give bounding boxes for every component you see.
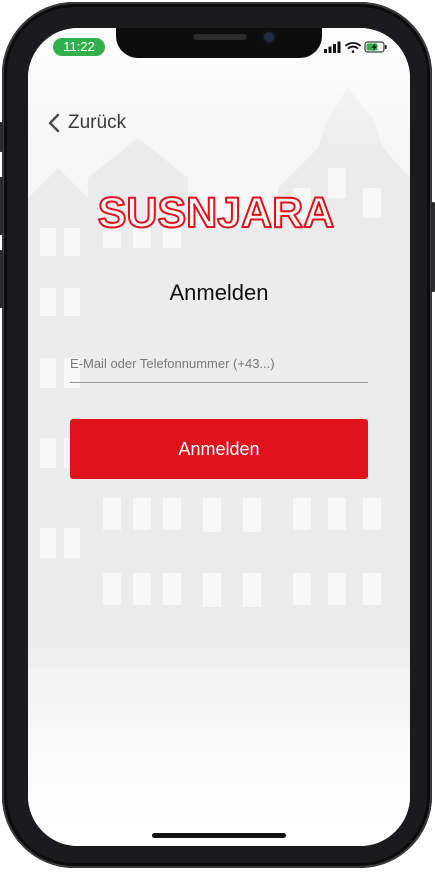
signal-icon [324, 41, 341, 53]
login-button[interactable]: Anmelden [70, 419, 368, 479]
battery-charging-icon [364, 41, 387, 53]
volume-down-button [0, 250, 3, 308]
home-indicator [152, 833, 286, 838]
back-label: Zurück [68, 112, 127, 133]
silent-switch [0, 122, 3, 152]
back-button[interactable]: Zurück [48, 112, 126, 134]
wifi-icon [345, 42, 361, 53]
brand-logo: SUSNJARA [97, 188, 336, 237]
phone-frame: 11:22 Zurück SUSNJARA Anmelden E-Mail od… [0, 2, 435, 868]
identifier-input[interactable] [70, 346, 368, 380]
power-button [431, 202, 435, 292]
page-title: Anmelden [169, 280, 269, 305]
device-notch [116, 28, 322, 58]
app-screen: 11:22 Zurück SUSNJARA Anmelden E-Mail od… [28, 28, 410, 846]
brand-logo-text: SUSNJARA [98, 189, 335, 237]
volume-up-button [0, 177, 3, 235]
chevron-left-icon [48, 113, 60, 133]
front-camera-icon [264, 32, 274, 42]
status-time: 11:22 [53, 38, 105, 56]
status-icons [324, 39, 388, 55]
identifier-field [70, 346, 368, 383]
earpiece-speaker [193, 34, 247, 40]
